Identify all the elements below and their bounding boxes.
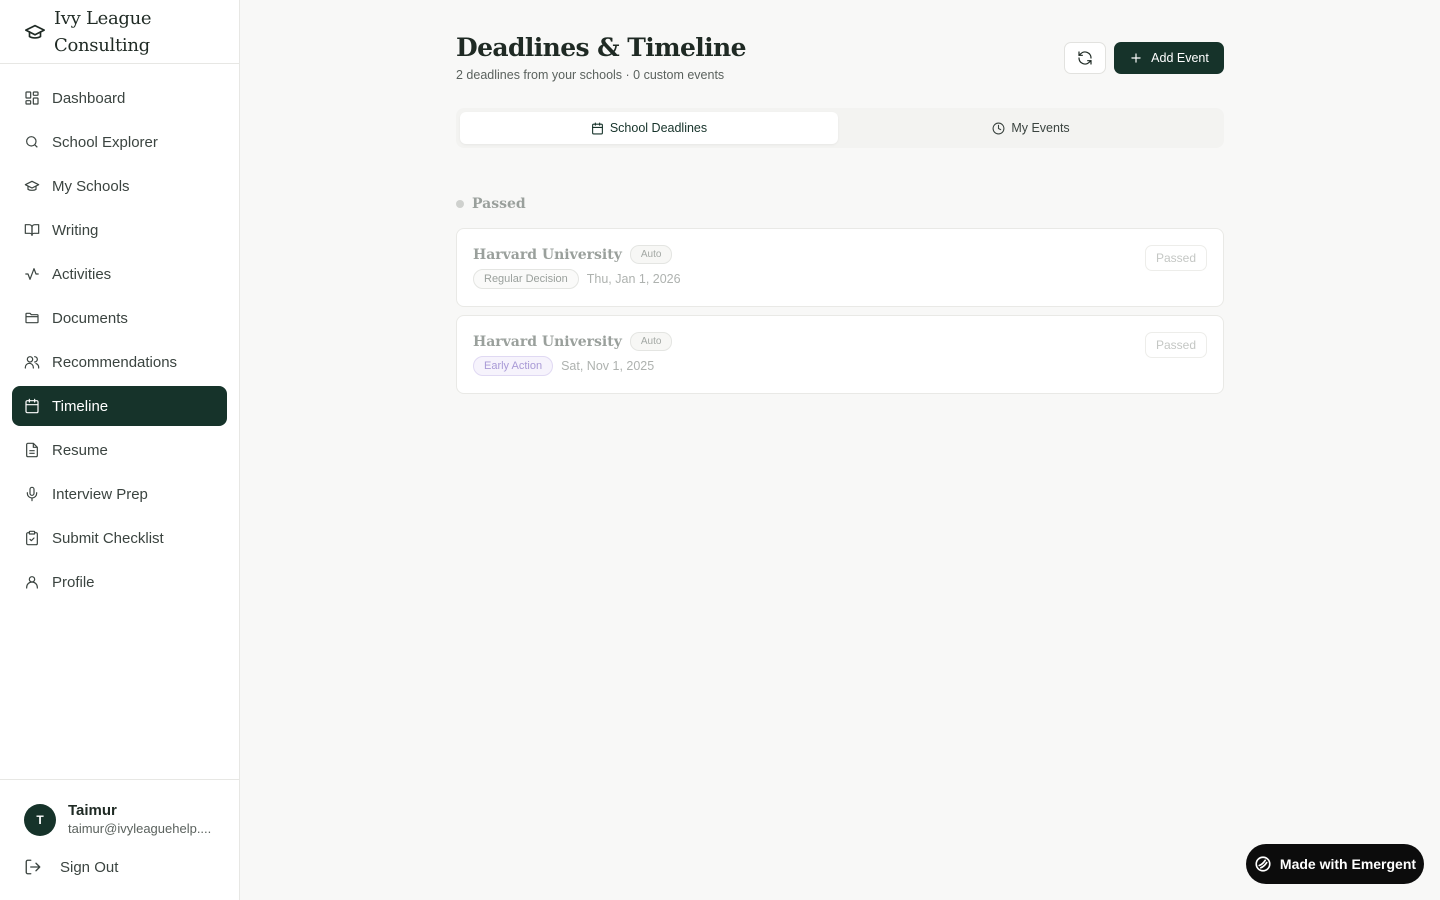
sidebar-item-label: Dashboard — [52, 89, 126, 107]
calendar-icon — [591, 122, 603, 134]
decision-type-badge: Regular Decision — [473, 269, 579, 289]
auto-badge: Auto — [629, 332, 673, 351]
made-with-label: Made with Emergent — [1279, 856, 1417, 872]
sidebar-item-label: Activities — [52, 265, 112, 283]
school-name: Harvard University — [473, 333, 622, 350]
sidebar-item-label: Writing — [52, 221, 99, 239]
tab-label: My Events — [1011, 121, 1070, 135]
sidebar-item-interview-prep[interactable]: Interview Prep — [12, 474, 227, 514]
user-email: taimur@ivyleaguehelp.... — [68, 821, 212, 836]
sidebar-item-profile[interactable]: Profile — [12, 562, 227, 602]
graduation-cap-icon — [25, 24, 45, 39]
page-subtitle: 2 deadlines from your schools · 0 custom… — [456, 68, 725, 82]
sidebar-item-submit-checklist[interactable]: Submit Checklist — [12, 518, 227, 558]
graduation-cap-icon — [24, 178, 40, 194]
status-badge: Passed — [1144, 245, 1207, 271]
tab-school-deadlines[interactable]: School Deadlines — [460, 112, 838, 144]
log-out-icon — [25, 859, 41, 875]
card-title: Harvard University Auto — [473, 245, 673, 264]
page-title: Deadlines & Timeline — [456, 33, 747, 62]
user-profile[interactable]: T Taimur taimur@ivyleaguehelp.... — [24, 802, 213, 837]
sidebar-item-label: Documents — [52, 309, 128, 327]
sidebar-item-resume[interactable]: Resume — [12, 430, 227, 470]
folder-icon — [24, 310, 40, 326]
sidebar-item-school-explorer[interactable]: School Explorer — [12, 122, 227, 162]
sidebar-item-activities[interactable]: Activities — [12, 254, 227, 294]
sidebar-item-label: Recommendations — [52, 353, 178, 371]
sidebar-item-label: My Schools — [52, 177, 130, 195]
user-name: Taimur — [68, 802, 117, 819]
school-name: Harvard University — [473, 246, 622, 263]
mic-icon — [24, 486, 40, 502]
sidebar-item-label: School Explorer — [52, 133, 158, 151]
tab-my-events[interactable]: My Events — [842, 112, 1220, 144]
sidebar-item-label: Timeline — [52, 397, 109, 415]
avatar: T — [24, 803, 56, 836]
dashboard-icon — [24, 90, 40, 106]
search-icon — [24, 134, 40, 150]
file-icon — [24, 442, 40, 458]
sidebar-item-recommendations[interactable]: Recommendations — [12, 342, 227, 382]
users-icon — [24, 354, 40, 370]
deadline-date: Thu, Jan 1, 2026 — [586, 272, 681, 286]
card-meta: Regular Decision Thu, Jan 1, 2026 — [473, 269, 681, 289]
auto-badge: Auto — [629, 245, 673, 264]
deadline-card[interactable]: Harvard University Auto Early Action Sat… — [456, 315, 1224, 394]
sidebar-item-label: Profile — [52, 573, 95, 591]
sidebar-item-label: Interview Prep — [52, 485, 148, 503]
sidebar-nav: Dashboard School Explorer My Schools Wri… — [0, 64, 239, 602]
section-passed: Passed — [456, 196, 526, 212]
made-with-emergent-badge[interactable]: Made with Emergent — [1246, 844, 1424, 884]
decision-type-badge: Early Action — [473, 356, 554, 376]
tab-bar: School Deadlines My Events — [456, 108, 1224, 148]
sidebar-item-label: Resume — [52, 441, 108, 459]
status-badge: Passed — [1144, 332, 1207, 358]
sign-out-button[interactable]: Sign Out — [24, 858, 118, 876]
card-meta: Early Action Sat, Nov 1, 2025 — [473, 356, 654, 376]
brand[interactable]: Ivy League Consulting — [0, 0, 239, 64]
sidebar-item-my-schools[interactable]: My Schools — [12, 166, 227, 206]
sidebar-item-dashboard[interactable]: Dashboard — [12, 78, 227, 118]
refresh-icon — [1078, 51, 1092, 65]
sidebar-item-writing[interactable]: Writing — [12, 210, 227, 250]
card-title: Harvard University Auto — [473, 332, 673, 351]
clock-icon — [992, 122, 1005, 134]
calendar-icon — [24, 398, 40, 414]
deadline-card[interactable]: Harvard University Auto Regular Decision… — [456, 228, 1224, 307]
activity-icon — [24, 266, 40, 282]
tab-label: School Deadlines — [609, 121, 708, 135]
brand-name: Ivy League Consulting — [54, 7, 152, 56]
clipboard-icon — [24, 530, 40, 546]
add-event-label: Add Event — [1151, 51, 1209, 65]
section-label: Passed — [472, 196, 526, 212]
status-dot — [456, 200, 464, 208]
sign-out-label: Sign Out — [60, 858, 119, 876]
sidebar-item-documents[interactable]: Documents — [12, 298, 227, 338]
sidebar: Ivy League Consulting Dashboard School E… — [0, 0, 240, 900]
deadline-date: Sat, Nov 1, 2025 — [561, 359, 655, 373]
plus-icon — [1131, 53, 1141, 63]
user-block: T Taimur taimur@ivyleaguehelp.... Sign O… — [0, 779, 239, 900]
refresh-button[interactable] — [1064, 42, 1106, 74]
add-event-button[interactable]: Add Event — [1114, 42, 1224, 74]
sidebar-item-timeline[interactable]: Timeline — [12, 386, 227, 426]
sidebar-item-label: Submit Checklist — [52, 529, 164, 547]
emergent-logo-icon — [1255, 856, 1271, 872]
book-icon — [24, 222, 40, 238]
user-icon — [24, 574, 40, 590]
